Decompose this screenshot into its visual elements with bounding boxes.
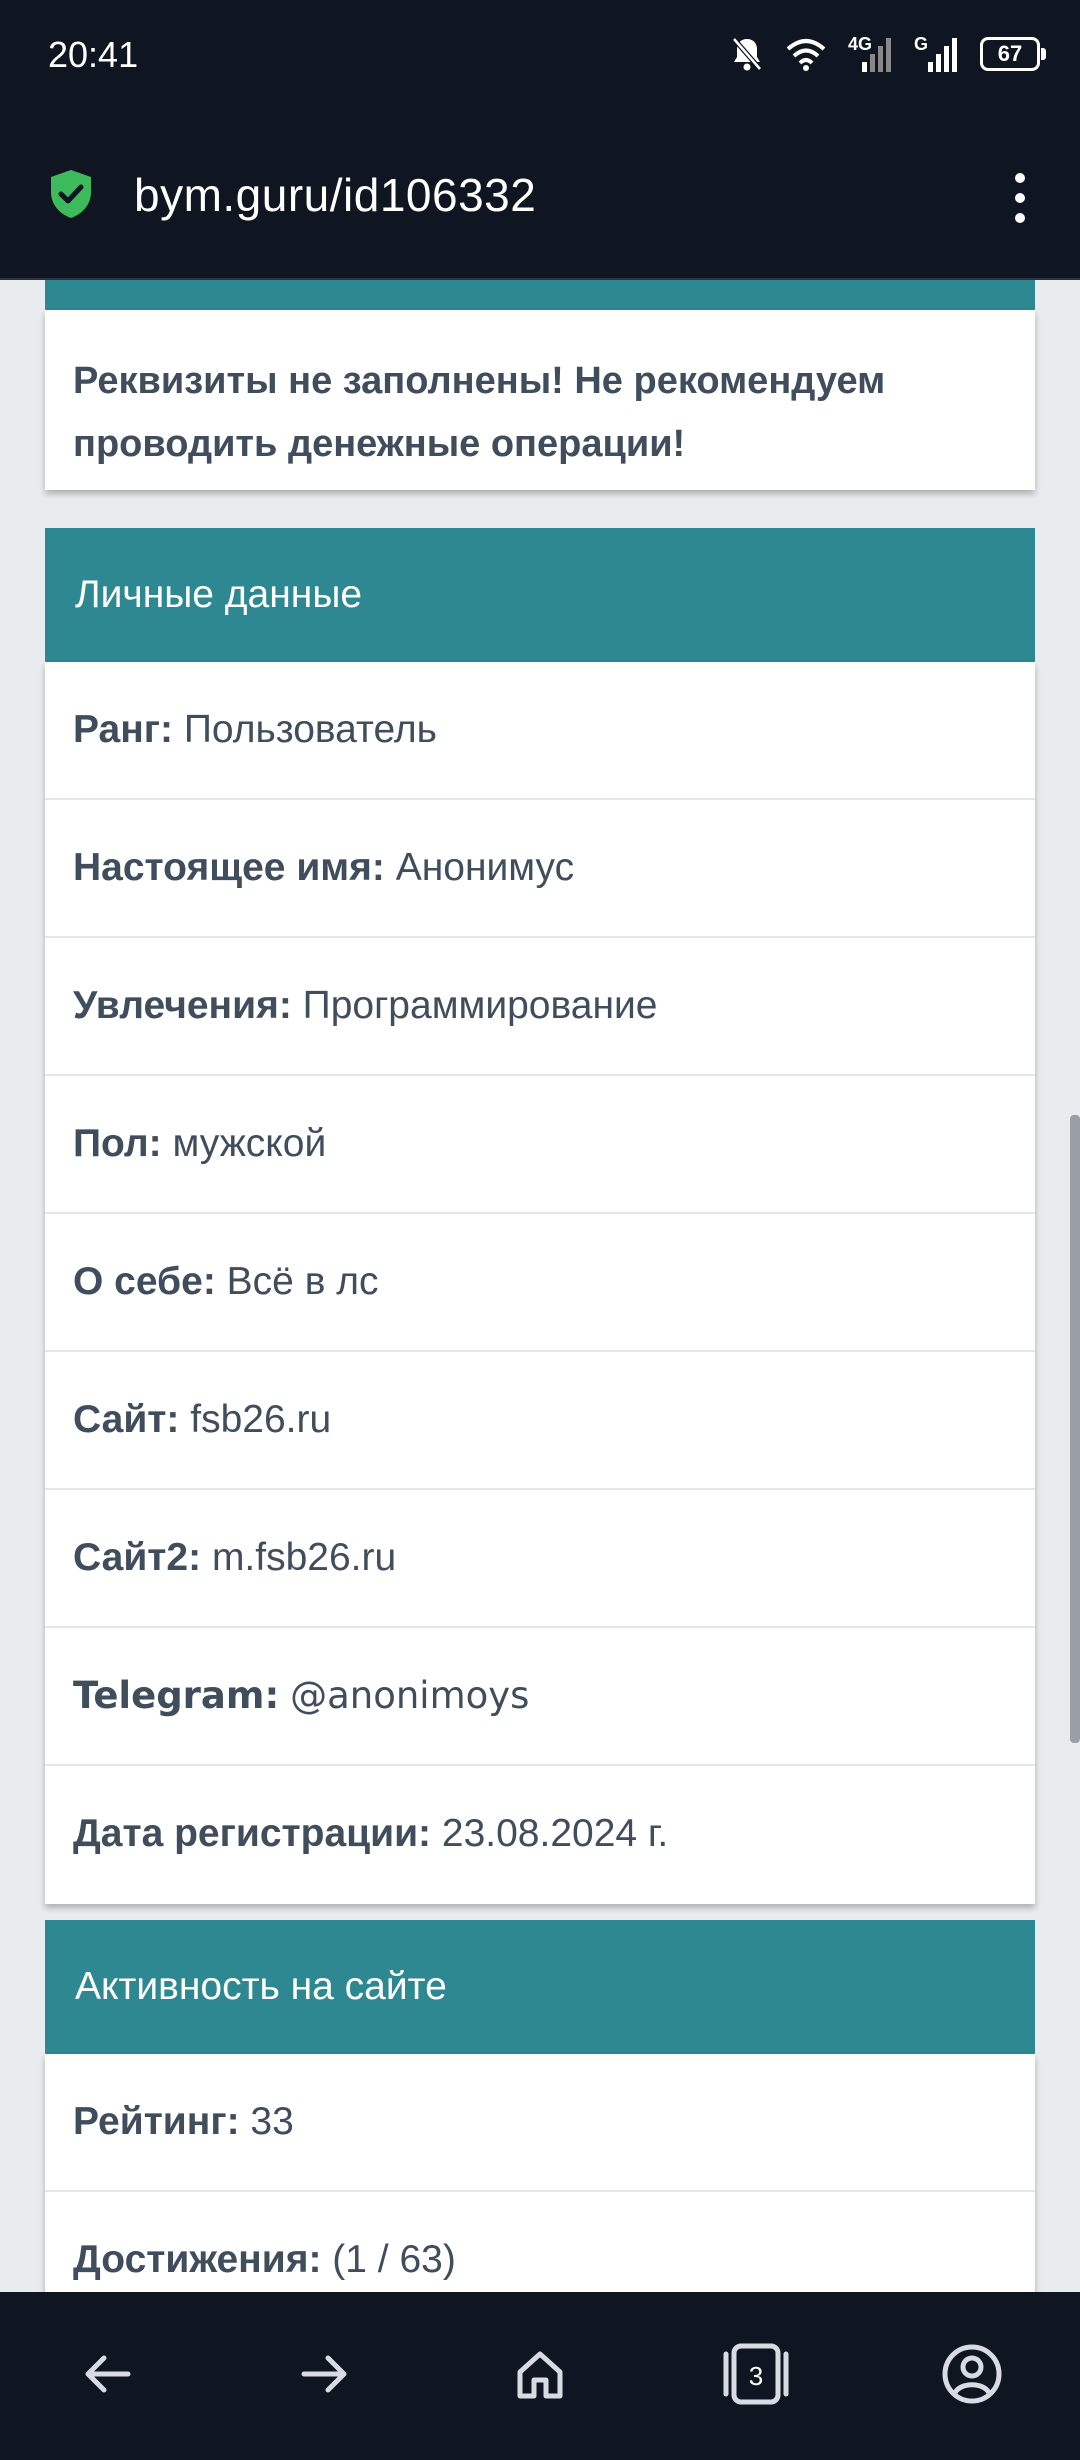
battery-icon: 67 (980, 37, 1046, 71)
row-value: Анонимус (395, 846, 575, 889)
row-value: 23.08.2024 г. (441, 1812, 669, 1855)
personal-data-header: Личные данные (45, 528, 1035, 662)
list-item-gender: Пол: мужской (45, 1076, 1035, 1214)
warning-card: Реквизиты не заполнены! Не рекомендуем п… (45, 310, 1035, 490)
wifi-icon (786, 37, 826, 71)
row-label: Ранг: (73, 708, 173, 751)
row-label: Увлечения: (73, 984, 292, 1027)
bell-off-icon (730, 36, 764, 72)
activity-list: Рейтинг: 33 Достижения: (1 / 63) (45, 2054, 1035, 2292)
back-arrow-icon (80, 2346, 136, 2407)
row-label: Дата регистрации: (73, 1812, 432, 1855)
personal-data-list: Ранг: Пользователь Настоящее имя: Аноним… (45, 662, 1035, 1904)
home-icon (512, 2346, 568, 2407)
list-item-hobbies: Увлечения: Программирование (45, 938, 1035, 1076)
list-item-telegram: Telegram: @anonimoys (45, 1628, 1035, 1766)
status-time: 20:41 (48, 34, 139, 75)
signal-g-icon: G (914, 34, 958, 74)
telegram-link[interactable]: @anonimoys (290, 1674, 529, 1717)
row-label: Достижения: (73, 2238, 322, 2281)
browser-address-bar: bym.guru/id106332 (0, 108, 1080, 280)
row-value: Программирование (302, 984, 658, 1027)
list-item-rating: Рейтинг: 33 (45, 2054, 1035, 2192)
page-content: Реквизиты не заполнены! Не рекомендуем п… (0, 280, 1080, 2292)
row-value: Всё в лс (226, 1260, 379, 1303)
row-value: 33 (250, 2100, 294, 2143)
list-item-real-name: Настоящее имя: Анонимус (45, 800, 1035, 938)
shield-check-icon[interactable] (48, 168, 94, 225)
list-item-site2: Сайт2: m.fsb26.ru (45, 1490, 1035, 1628)
forward-arrow-icon (296, 2346, 352, 2407)
row-label: Сайт2: (73, 1536, 202, 1579)
tab-count: 3 (748, 2361, 764, 2391)
list-item-registration-date: Дата регистрации: 23.08.2024 г. (45, 1766, 1035, 1904)
row-label: Настоящее имя: (73, 846, 385, 889)
site-link[interactable]: fsb26.ru (190, 1398, 331, 1441)
row-label: Рейтинг: (73, 2100, 240, 2143)
url-field[interactable]: bym.guru/id106332 (134, 168, 536, 222)
more-vertical-icon[interactable] (990, 163, 1050, 233)
list-item-site: Сайт: fsb26.ru (45, 1352, 1035, 1490)
browser-bottom-nav: 3 (0, 2292, 1080, 2460)
list-item-achievements[interactable]: Достижения: (1 / 63) (45, 2192, 1035, 2292)
row-label: Сайт: (73, 1398, 180, 1441)
signal-4g-icon: 4G (848, 34, 892, 74)
row-value: (1 / 63) (332, 2238, 456, 2281)
back-button[interactable] (48, 2316, 168, 2436)
account-icon (940, 2342, 1004, 2411)
tabs-button[interactable]: 3 (696, 2316, 816, 2436)
scrollbar[interactable] (1070, 1115, 1080, 1743)
previous-section-header (45, 280, 1035, 310)
forward-button[interactable] (264, 2316, 384, 2436)
row-value: Пользователь (183, 708, 437, 751)
row-label: О себе: (73, 1260, 216, 1303)
list-item-rank: Ранг: Пользователь (45, 662, 1035, 800)
account-button[interactable] (912, 2316, 1032, 2436)
row-value: мужской (172, 1122, 327, 1165)
warning-text: Реквизиты не заполнены! Не рекомендуем п… (73, 360, 886, 465)
status-bar: 20:41 4G G 67 (0, 0, 1080, 108)
row-label: Пол: (73, 1122, 162, 1165)
activity-header: Активность на сайте (45, 1920, 1035, 2054)
row-label: Telegram: (73, 1674, 280, 1717)
home-button[interactable] (480, 2316, 600, 2436)
status-icons: 4G G 67 (730, 30, 1046, 78)
site2-link[interactable]: m.fsb26.ru (212, 1536, 396, 1579)
list-item-about: О себе: Всё в лс (45, 1214, 1035, 1352)
